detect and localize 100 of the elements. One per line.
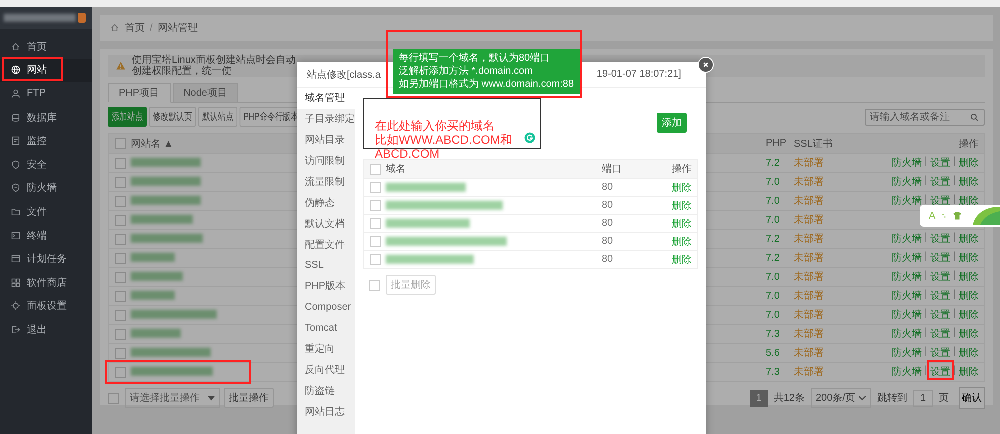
sidebar-item[interactable]: 监控	[0, 129, 92, 153]
checkbox[interactable]	[115, 234, 126, 244]
toolbar-button[interactable]: 默认站点	[198, 107, 238, 127]
dialog-menu-item[interactable]: 反向代理	[297, 360, 355, 380]
dialog-menu-item[interactable]: Composer	[297, 296, 355, 318]
action-link[interactable]: 设置	[930, 251, 950, 265]
dialog-menu-item[interactable]: 防盗链	[297, 380, 355, 402]
checkbox[interactable]	[115, 252, 126, 264]
sidebar-item[interactable]: 安全	[0, 152, 92, 177]
checkbox[interactable]	[115, 158, 126, 168]
dialog-menu-item[interactable]: 重定向	[297, 338, 355, 360]
sidebar-item[interactable]: 防火墙	[0, 176, 92, 200]
action-link[interactable]: 防火墙	[892, 156, 922, 170]
action-link[interactable]: 设置	[930, 308, 950, 322]
action-link[interactable]: 设置	[930, 327, 950, 341]
confirm-button[interactable]: 确认	[959, 387, 985, 409]
checkbox[interactable]	[370, 182, 381, 193]
action-link[interactable]: 设置	[930, 270, 950, 284]
checkbox[interactable]	[115, 176, 126, 188]
ssl-status[interactable]: 未部署	[794, 251, 889, 265]
sidebar-item[interactable]: 终端	[0, 224, 92, 248]
checkbox[interactable]	[108, 392, 119, 404]
action-link[interactable]: 防火墙	[892, 194, 922, 208]
floating-widget[interactable]: A	[920, 205, 1000, 227]
dialog-menu-item[interactable]: PHP版本	[297, 276, 355, 297]
dialog-menu-item[interactable]: 网站目录	[297, 130, 355, 151]
action-link[interactable]: 设置	[930, 365, 950, 379]
action-link[interactable]: 删除	[959, 346, 979, 360]
delete-link[interactable]: 删除	[652, 198, 692, 212]
checkbox[interactable]	[115, 196, 126, 206]
delete-link[interactable]: 删除	[652, 216, 692, 230]
checkbox[interactable]	[370, 164, 381, 174]
dialog-menu-item[interactable]: SSL	[297, 255, 355, 276]
action-link[interactable]: 删除	[959, 251, 979, 265]
action-link[interactable]: 防火墙	[892, 251, 922, 265]
ssl-status[interactable]: 未部署	[794, 213, 889, 227]
action-link[interactable]: 删除	[959, 308, 979, 322]
sidebar-item[interactable]: 首页	[0, 35, 92, 59]
ssl-status[interactable]: 未部署	[794, 175, 889, 189]
ssl-status[interactable]: 未部署	[794, 270, 889, 284]
sidebar-item[interactable]: 软件商店	[0, 270, 92, 295]
action-link[interactable]: 设置	[930, 194, 950, 208]
action-link[interactable]: 防火墙	[892, 365, 922, 379]
bulk-select[interactable]: 请选择批量操作	[125, 388, 220, 408]
bulk-button[interactable]: 批量操作	[224, 388, 274, 408]
action-link[interactable]: 防火墙	[892, 327, 922, 341]
checkbox[interactable]	[115, 138, 126, 149]
ssl-status[interactable]: 未部署	[794, 365, 889, 379]
checkbox[interactable]	[369, 280, 380, 290]
page-number[interactable]: 1	[750, 390, 768, 406]
page-input[interactable]: 1	[913, 390, 933, 406]
sidebar-item[interactable]: 退出	[0, 318, 92, 342]
delete-link[interactable]: 删除	[652, 234, 692, 248]
action-link[interactable]: 防火墙	[892, 289, 922, 303]
delete-link[interactable]: 删除	[652, 180, 692, 194]
ssl-status[interactable]: 未部署	[794, 289, 889, 303]
page-size-select[interactable]: 200条/页	[810, 388, 872, 408]
checkbox[interactable]	[115, 290, 126, 302]
action-link[interactable]: 防火墙	[892, 346, 922, 360]
sidebar-item[interactable]: 面板设置	[0, 294, 92, 318]
action-link[interactable]: 删除	[959, 365, 979, 379]
toolbar-button[interactable]: 修改默认页	[149, 107, 196, 127]
checkbox[interactable]	[370, 236, 381, 247]
action-link[interactable]: 删除	[959, 270, 979, 284]
action-link[interactable]: 设置	[930, 232, 950, 246]
sidebar-item[interactable]: FTP	[0, 82, 92, 106]
dialog-menu-item[interactable]: 访问限制	[297, 150, 355, 172]
add-button[interactable]: 添加	[657, 113, 687, 133]
checkbox[interactable]	[115, 366, 126, 378]
action-link[interactable]: 防火墙	[892, 308, 922, 322]
ssl-status[interactable]: 未部署	[794, 327, 889, 341]
action-link[interactable]: 防火墙	[892, 175, 922, 189]
checkbox[interactable]	[115, 348, 126, 358]
dialog-menu-item[interactable]: Tomcat	[297, 318, 355, 339]
ssl-status[interactable]: 未部署	[794, 194, 889, 208]
dialog-menu-item[interactable]: 域名管理	[297, 88, 355, 109]
action-link[interactable]: 设置	[930, 156, 950, 170]
toolbar-button[interactable]: 添加站点	[108, 107, 147, 127]
project-tab[interactable]: Node项目	[172, 83, 238, 103]
sidebar-item[interactable]: 计划任务	[0, 247, 92, 271]
sidebar-item[interactable]: 数据库	[0, 106, 92, 130]
action-link[interactable]: 删除	[959, 156, 979, 170]
action-link[interactable]: 删除	[959, 194, 979, 208]
action-link[interactable]: 防火墙	[892, 232, 922, 246]
ssl-status[interactable]: 未部署	[794, 346, 889, 360]
checkbox[interactable]	[115, 310, 126, 320]
sidebar-item[interactable]: 文件	[0, 200, 92, 224]
checkbox[interactable]	[115, 214, 126, 226]
checkbox[interactable]	[115, 328, 126, 340]
action-link[interactable]: 删除	[959, 175, 979, 189]
breadcrumb-link[interactable]: 首页	[125, 21, 145, 35]
action-link[interactable]: 设置	[930, 346, 950, 360]
dialog-menu-item[interactable]: 配置文件	[297, 234, 355, 256]
ssl-status[interactable]: 未部署	[794, 156, 889, 170]
project-tab[interactable]: PHP项目	[108, 83, 171, 103]
ssl-status[interactable]: 未部署	[794, 232, 889, 246]
action-link[interactable]: 防火墙	[892, 270, 922, 284]
delete-link[interactable]: 删除	[652, 252, 692, 266]
action-link[interactable]: 设置	[930, 289, 950, 303]
checkbox[interactable]	[370, 218, 381, 229]
